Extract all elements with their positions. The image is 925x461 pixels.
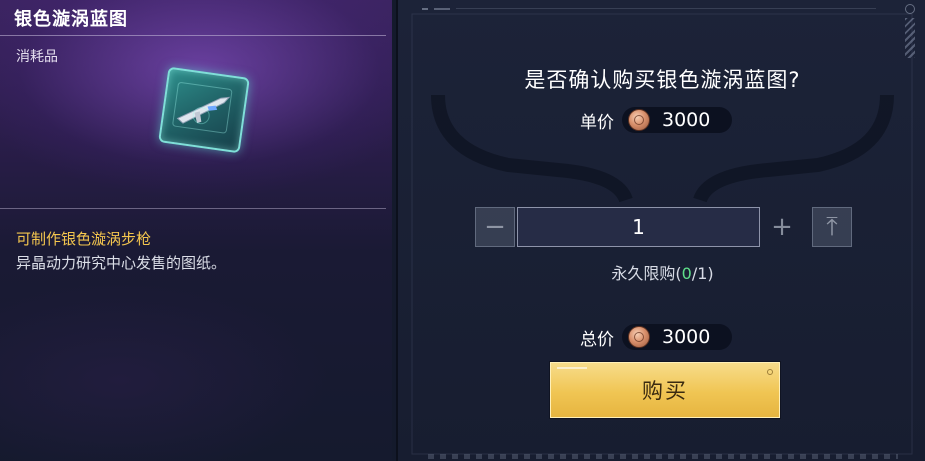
limit-prefix: 永久限购( <box>611 264 682 283</box>
currency-coin-icon <box>628 326 650 348</box>
total-price-value: 3000 <box>662 326 711 348</box>
quantity-max-button[interactable]: ⤒ <box>812 207 852 247</box>
corner-decoration <box>905 4 915 14</box>
item-effect: 可制作银色漩涡步枪 <box>16 230 152 248</box>
unit-price-value: 3000 <box>662 109 711 131</box>
total-price-pill: 3000 <box>622 324 733 350</box>
item-category: 消耗品 <box>16 49 58 65</box>
item-description: 异晶动力研究中心发售的图纸。 <box>16 254 227 272</box>
quantity-increase-button[interactable]: + <box>762 207 802 247</box>
frame-decoration <box>422 8 876 10</box>
unit-price-row: 单价 3000 <box>580 106 733 134</box>
total-price-row: 总价 3000 <box>580 323 733 351</box>
purchase-dialog: 是否确认购买银色漩涡蓝图? 单价 3000 − 1 + ⤒ 永久限购(0/1) … <box>396 0 925 461</box>
quantity-decrease-button[interactable]: − <box>475 207 515 247</box>
unit-price-label: 单价 <box>580 112 614 133</box>
divider <box>0 208 386 209</box>
stripe-decoration <box>905 18 915 58</box>
item-info-panel: 银色漩涡蓝图 消耗品 可制作银色漩涡步枪 异晶动力研究中心发售的图纸。 <box>0 0 392 461</box>
total-price-label: 总价 <box>580 329 614 350</box>
blueprint-rifle-icon <box>158 66 250 154</box>
divider <box>0 35 386 36</box>
buy-button[interactable]: 购买 <box>550 362 780 418</box>
confirm-question: 是否确认购买银色漩涡蓝图? <box>524 68 801 92</box>
bottom-decoration <box>428 454 898 459</box>
limit-rest: /1) <box>691 264 714 283</box>
unit-price-pill: 3000 <box>622 107 733 133</box>
purchase-limit: 永久限购(0/1) <box>398 260 925 284</box>
item-name: 银色漩涡蓝图 <box>14 9 128 30</box>
limit-bought-count: 0 <box>681 264 692 283</box>
quantity-field[interactable]: 1 <box>517 207 760 247</box>
currency-coin-icon <box>628 109 650 131</box>
